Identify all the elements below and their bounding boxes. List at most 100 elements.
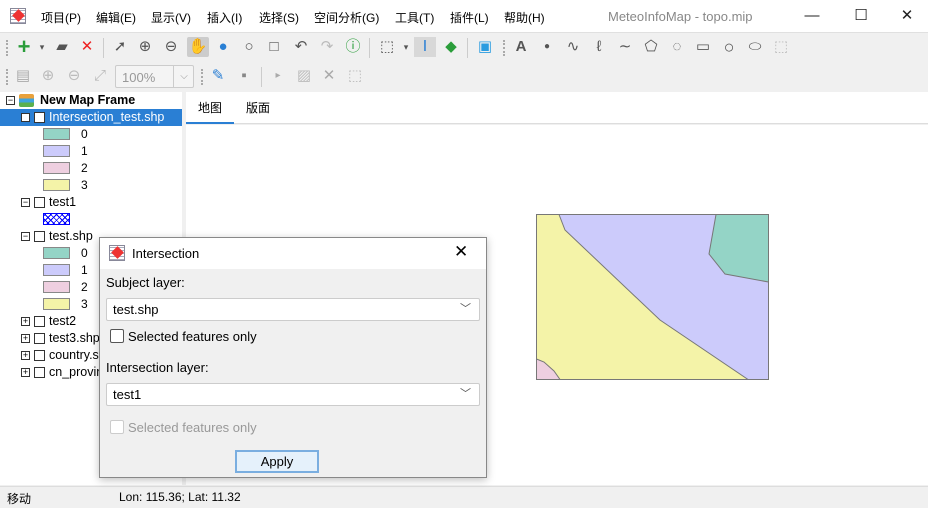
select-feature-icon[interactable]: ▸: [268, 66, 288, 86]
layer-visibility-checkbox[interactable]: [34, 367, 45, 378]
info-icon[interactable]: ⓘ: [343, 37, 363, 57]
zoom-level-combo[interactable]: 100% ⌵: [115, 65, 194, 88]
expand-toggle[interactable]: +: [21, 351, 30, 360]
intersection-selected-only-label: Selected features only: [128, 420, 257, 435]
expand-toggle[interactable]: −: [21, 113, 30, 122]
maximize-button[interactable]: ☐: [838, 4, 884, 28]
layer-visibility-checkbox[interactable]: [34, 350, 45, 361]
tab-map[interactable]: 地图: [186, 92, 234, 124]
menu-edit[interactable]: 编辑(E): [96, 9, 136, 26]
curve-tool-icon[interactable]: ∼: [615, 37, 635, 57]
pan-hand-icon[interactable]: ✋: [187, 37, 209, 57]
picture-icon[interactable]: ▣: [475, 37, 495, 57]
layer-visibility-checkbox[interactable]: ✓: [34, 112, 45, 123]
polyline-tool-icon[interactable]: ∿: [563, 37, 583, 57]
expand-toggle[interactable]: +: [21, 334, 30, 343]
expand-toggle[interactable]: +: [21, 317, 30, 326]
expand-toggle[interactable]: −: [21, 198, 30, 207]
undo-icon[interactable]: ↶: [291, 37, 311, 57]
dialog-title-bar[interactable]: Intersection ✕: [100, 238, 486, 269]
expand-toggle[interactable]: +: [21, 368, 30, 377]
dialog-close-button[interactable]: ✕: [454, 242, 468, 262]
expand-toggle[interactable]: −: [21, 232, 30, 241]
layer-visibility-checkbox[interactable]: [34, 197, 45, 208]
rectangle-tool-icon[interactable]: ▭: [693, 37, 713, 57]
label-tag-icon[interactable]: ◆: [441, 37, 461, 57]
ellipse-tool-icon[interactable]: ⬭: [745, 37, 765, 57]
menu-help[interactable]: 帮助(H): [504, 9, 545, 26]
select-features-icon[interactable]: ⬚: [377, 37, 397, 57]
measure-icon[interactable]: Ⅰ: [414, 37, 436, 57]
select-arrow-icon[interactable]: ➚: [110, 37, 130, 57]
apply-button[interactable]: Apply: [235, 450, 319, 473]
tree-root[interactable]: − New Map Frame: [0, 92, 182, 109]
text-tool-icon[interactable]: A: [511, 37, 531, 57]
subject-selected-only-checkbox[interactable]: [110, 329, 124, 343]
layer-item[interactable]: − ✓ Intersection_test.shp: [0, 109, 182, 126]
menu-select[interactable]: 选择(S): [259, 9, 299, 26]
globe-icon[interactable]: ●: [213, 37, 233, 57]
point-tool-icon[interactable]: ●: [537, 37, 557, 57]
zoom-in-page-icon[interactable]: ⊕: [38, 66, 58, 86]
edit-vertices-icon[interactable]: ⬚: [345, 66, 365, 86]
layer-item[interactable]: − test1: [0, 194, 182, 211]
layer-visibility-checkbox[interactable]: [34, 316, 45, 327]
zoom-level-value: 100%: [122, 70, 156, 85]
layer-visibility-checkbox[interactable]: [34, 333, 45, 344]
status-mode: 移动: [7, 492, 32, 506]
subject-layer-label: Subject layer:: [106, 275, 185, 290]
open-folder-icon[interactable]: ▰: [52, 37, 72, 57]
intersection-layer-select[interactable]: test1 ﹀: [106, 383, 480, 406]
circle-tool-icon[interactable]: ○: [719, 37, 739, 57]
legend-label: 0: [81, 246, 88, 260]
add-layer-icon[interactable]: +: [14, 36, 34, 58]
edit-vertices-icon[interactable]: ⬚: [771, 37, 791, 57]
minimize-button[interactable]: —: [789, 4, 835, 28]
menu-spatial-analysis[interactable]: 空间分析(G): [314, 9, 379, 26]
legend-item: 0: [0, 126, 182, 143]
toolbar-grip[interactable]: [6, 40, 8, 56]
chevron-down-icon[interactable]: ▾: [32, 37, 52, 57]
edit-pencil-icon[interactable]: ✎: [208, 66, 228, 86]
zoom-out-page-icon[interactable]: ⊖: [64, 66, 84, 86]
layer-name: test3.shp: [49, 331, 100, 345]
legend-label: 0: [81, 127, 88, 141]
layer-properties-icon[interactable]: ▤: [13, 66, 33, 86]
legend-hatch-swatch: [43, 213, 70, 225]
menu-tools[interactable]: 工具(T): [395, 9, 434, 26]
menu-view[interactable]: 显示(V): [151, 9, 191, 26]
zoom-out-icon[interactable]: ⊖: [161, 37, 181, 57]
subject-selected-only-label: Selected features only: [128, 329, 257, 344]
legend-item: 3: [0, 177, 182, 194]
close-button[interactable]: ✕: [884, 4, 928, 28]
tab-layout[interactable]: 版面: [234, 92, 282, 124]
collapse-toggle[interactable]: −: [6, 96, 15, 105]
subject-layer-select[interactable]: test.shp ﹀: [106, 298, 480, 321]
curve-polygon-tool-icon[interactable]: ◌: [667, 37, 687, 57]
fit-page-icon[interactable]: ⤢: [90, 66, 110, 86]
redo-icon[interactable]: ↷: [317, 37, 337, 57]
save-edits-icon[interactable]: ▪: [234, 66, 254, 86]
menu-project[interactable]: 项目(P): [41, 9, 81, 26]
zoom-rect-icon[interactable]: □: [264, 37, 284, 57]
zoom-in-icon[interactable]: ⊕: [135, 37, 155, 57]
menu-insert[interactable]: 插入(I): [207, 9, 242, 26]
intersection-selected-only-checkbox[interactable]: [110, 420, 124, 434]
main-toolbar: + ▾ ▰ ✕ ➚ ⊕ ⊖ ✋ ● ○ □ ↶ ↷ ⓘ ⬚ ▾ Ⅰ ◆ ▣ A …: [0, 33, 928, 61]
polygon-tool-icon[interactable]: ⬠: [641, 37, 661, 57]
legend-label: 3: [81, 178, 88, 192]
subject-layer-value: test.shp: [113, 302, 159, 317]
add-feature-icon[interactable]: ▨: [294, 66, 314, 86]
delete-feature-icon[interactable]: ✕: [319, 66, 339, 86]
search-icon[interactable]: ○: [239, 37, 259, 57]
chevron-down-icon[interactable]: ⌵: [173, 66, 194, 87]
intersection-layer-value: test1: [113, 387, 142, 402]
legend-swatch: [43, 264, 70, 276]
legend-item: [0, 211, 182, 228]
app-logo-icon: [109, 245, 125, 261]
chevron-down-icon[interactable]: ▾: [396, 37, 416, 57]
remove-layer-icon[interactable]: ✕: [77, 37, 97, 57]
freehand-tool-icon[interactable]: ℓ: [589, 37, 609, 57]
menu-plugins[interactable]: 插件(L): [450, 9, 489, 26]
layer-visibility-checkbox[interactable]: [34, 231, 45, 242]
